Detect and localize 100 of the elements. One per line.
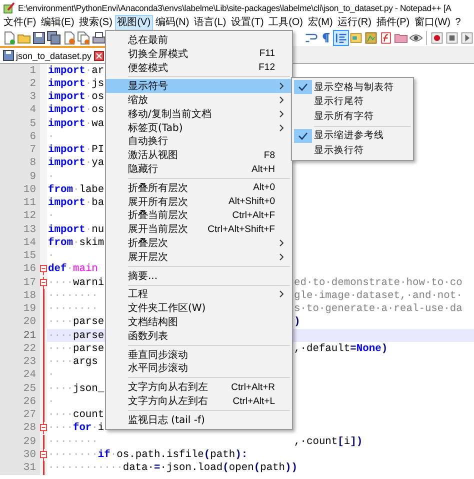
fold-line <box>42 461 44 476</box>
code-token: ,·count <box>294 436 338 448</box>
menu-item[interactable]: 显示行尾符 <box>292 94 413 109</box>
menu-item[interactable]: 展开当前层次 Ctrl+Alt+Shift+F <box>106 222 292 236</box>
menu-item[interactable]: 文字方向从左到右 Ctrl+Alt+L <box>106 394 292 408</box>
record-icon[interactable] <box>430 31 444 45</box>
menu-item[interactable]: 展开层次 <box>106 250 292 264</box>
line-number: 15 <box>23 250 36 262</box>
menu-item[interactable]: 显示所有字符 <box>292 109 413 124</box>
code-token: import <box>48 64 86 77</box>
menu-item[interactable]: 设置(T) <box>228 14 266 30</box>
code-token: ···· <box>48 422 73 434</box>
line-number: 13 <box>23 224 36 236</box>
menu-item[interactable]: 文件(F) <box>1 14 39 30</box>
menu-item[interactable]: 缩放 <box>106 93 292 107</box>
menu-item[interactable]: 激活从视图 F8 <box>106 148 292 162</box>
code-token: ): <box>235 448 248 461</box>
menu-item[interactable]: 总在最前 <box>106 33 292 47</box>
play-icon[interactable] <box>460 31 474 45</box>
menu-item[interactable]: 语言(L) <box>192 14 229 30</box>
menu-item[interactable]: 切换全屏模式 F11 <box>106 46 292 61</box>
code-token: · <box>85 157 92 170</box>
line-number: 6 <box>30 130 36 143</box>
fold-toggle-icon[interactable] <box>40 448 47 462</box>
menu-item[interactable]: 文档结构图 <box>106 315 292 329</box>
code-token: · <box>85 64 92 77</box>
code-token: · <box>85 104 92 116</box>
menu-item[interactable]: 工程 <box>106 288 292 302</box>
menu-item[interactable]: 搜索(S) <box>76 14 115 30</box>
menu-item[interactable]: 编辑(E) <box>38 14 77 30</box>
code-token: ar <box>92 64 104 77</box>
line-number: 29 <box>23 436 36 448</box>
code-token: gle·image·dataset,·and·not· <box>294 290 462 302</box>
menu-item[interactable]: 折叠层次 <box>106 236 292 250</box>
code-token: ,·default <box>294 342 350 355</box>
line-number: 1 <box>30 64 36 77</box>
code-token: parse <box>72 330 104 342</box>
menu-item[interactable]: 自动换行 <box>106 134 292 148</box>
menu-item[interactable]: 垂直同步滚动 <box>106 348 292 362</box>
code-token: os <box>92 91 104 104</box>
fold-toggle-icon[interactable] <box>40 262 47 276</box>
menu-item[interactable]: 折叠当前层次 Ctrl+Alt+F <box>106 208 292 222</box>
fold-toggle-icon[interactable] <box>40 276 47 290</box>
code-token: ···· <box>48 342 73 355</box>
close-icon[interactable] <box>94 50 104 60</box>
line-number: 5 <box>30 118 36 130</box>
code-token: warni <box>72 276 104 289</box>
menu-item[interactable]: 视图(V) <box>114 14 153 30</box>
menu-item[interactable]: 显示符号 <box>106 79 292 94</box>
save-icon[interactable] <box>32 31 46 45</box>
wrap-icon[interactable] <box>304 31 318 45</box>
code-token: i <box>98 422 104 434</box>
app-icon <box>3 2 15 14</box>
code-token: ········ <box>48 436 98 448</box>
menu-item[interactable]: 显示换行符 <box>292 143 413 158</box>
menu-item[interactable]: 编码(N) <box>152 14 192 30</box>
stop-icon[interactable] <box>445 31 459 45</box>
line-number: 20 <box>23 316 36 328</box>
menu-item[interactable]: 移动/复制当前文档 <box>106 106 292 121</box>
map-icon[interactable] <box>364 31 378 45</box>
menu-item[interactable]: 标签页(Tab) <box>106 120 292 135</box>
code-token: None <box>356 342 382 355</box>
document-icon[interactable] <box>349 31 363 45</box>
menu-item[interactable]: 显示空格与制表符 <box>292 80 413 94</box>
menu-item[interactable]: 运行(R) <box>335 14 374 30</box>
code-token: ba <box>92 197 104 210</box>
menu-item[interactable]: 宏(M) <box>305 14 336 30</box>
close-all-icon[interactable] <box>77 31 91 45</box>
menu-item[interactable]: 工具(O) <box>266 14 306 30</box>
menu-item[interactable]: 水平同步滚动 <box>106 362 292 376</box>
menu-item[interactable]: ? <box>452 14 464 30</box>
code-token: · <box>85 118 92 130</box>
menu-item[interactable]: 文字方向从右到左 Ctrl+Alt+R <box>106 380 292 394</box>
fold-toggle-icon[interactable] <box>40 421 47 436</box>
line-number: 9 <box>30 170 36 183</box>
new-file-icon[interactable] <box>2 31 16 45</box>
menu-item[interactable]: 文件夹工作区(W) <box>106 301 292 316</box>
menu-item[interactable]: 插件(P) <box>374 14 412 30</box>
indent-guide-icon[interactable] <box>334 31 348 45</box>
menu-item[interactable]: 展开所有层次 Alt+Shift+0 <box>106 194 292 209</box>
menu-item[interactable]: 隐藏行 Alt+H <box>106 162 292 176</box>
menu-item[interactable]: 摘要... <box>106 268 292 283</box>
menu-item[interactable]: 函数列表 <box>106 328 292 343</box>
menu-item[interactable]: 显示缩进参考线 <box>292 128 413 143</box>
menu-item[interactable]: 窗口(W) <box>412 14 453 30</box>
menu-item[interactable]: 折叠所有层次 Alt+0 <box>106 180 292 195</box>
code-token: · <box>85 91 92 104</box>
function-icon[interactable] <box>379 31 393 45</box>
code-token: · <box>85 144 92 156</box>
save-all-icon[interactable] <box>47 31 61 45</box>
line-number: 11 <box>23 197 36 210</box>
code-token: ) <box>381 342 388 355</box>
code-token: wa <box>92 118 104 130</box>
line-number: 7 <box>30 144 36 156</box>
code-token: count <box>72 409 104 422</box>
printer-icon[interactable] <box>92 31 106 45</box>
menu-item[interactable]: 监视日志 (tail -f) <box>106 412 292 427</box>
line-number: 17 <box>23 276 36 289</box>
code-token: s·to·generate·a·real-use·da <box>294 303 462 316</box>
menu-item[interactable]: 便签模式 F12 <box>106 60 292 74</box>
